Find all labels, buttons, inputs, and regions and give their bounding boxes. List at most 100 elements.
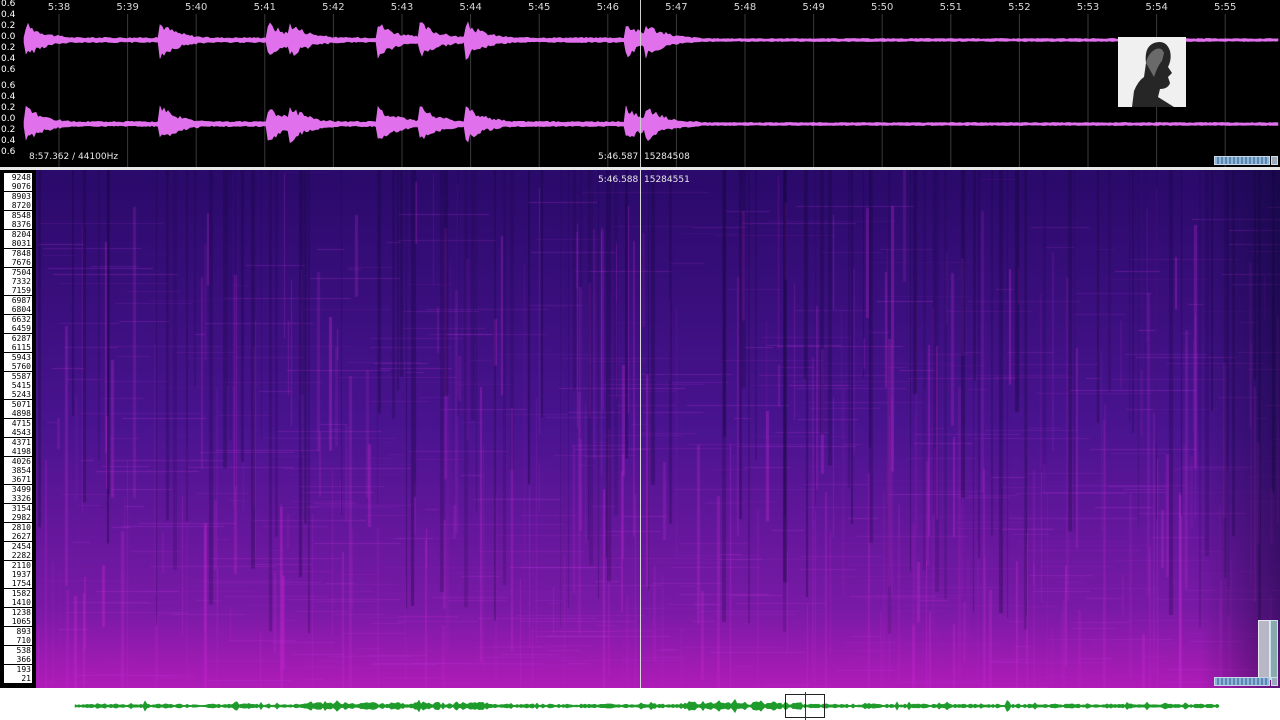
frequency-label: 538: [4, 645, 32, 655]
frequency-label: 21: [4, 674, 32, 683]
frequency-label: 7332: [4, 276, 32, 286]
spec-cursor-time-label: 5:46.588: [598, 175, 639, 185]
time-tick-label: 5:49: [802, 2, 825, 13]
amp-label-bottom: 0.4: [1, 92, 16, 102]
frequency-label: 2627: [4, 532, 32, 542]
frequency-label: 6987: [4, 295, 32, 305]
amp-label-top: 0.4: [1, 10, 16, 20]
left-channel-waveform: [23, 21, 1279, 60]
frequency-label: 1410: [4, 598, 32, 608]
frequency-label: 4026: [4, 456, 32, 466]
time-tick-label: 5:53: [1076, 2, 1100, 13]
time-tick-label: 5:55: [1213, 2, 1237, 13]
frequency-label: 2282: [4, 551, 32, 561]
amp-label-top: 0.2: [1, 43, 16, 53]
frequency-label: 8031: [4, 239, 32, 249]
frequency-label: 1754: [4, 579, 32, 589]
frequency-label: 3326: [4, 494, 32, 504]
frequency-label: 8204: [4, 229, 32, 239]
horizontal-zoom-thumb-bottom[interactable]: [1214, 677, 1270, 686]
amp-label-bottom: 0.6: [1, 81, 16, 91]
amp-label-top: 0.4: [1, 54, 16, 64]
time-tick-label: 5:51: [939, 2, 963, 13]
frequency-label: 3671: [4, 475, 32, 485]
album-art-image: [1118, 37, 1186, 107]
spectrogram-canvas: [36, 170, 1280, 688]
time-tick-label: 5:44: [459, 2, 482, 13]
time-tick-label: 5:43: [390, 2, 414, 13]
frequency-label: 8720: [4, 201, 32, 211]
frequency-label: 1582: [4, 588, 32, 598]
frequency-label: 6804: [4, 305, 32, 315]
frequency-label: 2982: [4, 513, 32, 523]
amp-label-bottom: 0.0: [1, 114, 16, 124]
horizontal-zoom-thumb-top[interactable]: [1214, 156, 1270, 165]
amp-label-top: 0.6: [1, 0, 16, 9]
frequency-label: 6115: [4, 343, 32, 353]
frequency-label: 6632: [4, 314, 32, 324]
frequency-label: 8376: [4, 220, 32, 230]
amp-label-bottom: 0.4: [1, 136, 16, 146]
frequency-label: 710: [4, 636, 32, 646]
time-tick-label: 5:50: [870, 2, 894, 13]
frequency-label: 3499: [4, 484, 32, 494]
frequency-label: 5943: [4, 352, 32, 362]
frequency-label: 5415: [4, 380, 32, 390]
frequency-label: 4898: [4, 409, 32, 419]
time-tick-label: 5:39: [116, 2, 139, 13]
right-channel-waveform: [23, 105, 1279, 143]
frequency-label: 3854: [4, 466, 32, 476]
frequency-label: 7676: [4, 258, 32, 268]
frequency-label: 4371: [4, 437, 32, 447]
frequency-label: 2110: [4, 560, 32, 570]
frequency-label: 9076: [4, 182, 32, 192]
frequency-label: 7504: [4, 267, 32, 277]
frequency-label: 1065: [4, 617, 32, 627]
frequency-label: 5587: [4, 371, 32, 381]
frequency-axis: 9248 9076 8903 8720 8548 8376 8204 8031 7848 7676…: [0, 170, 36, 688]
time-tick-label: 5:42: [322, 2, 345, 13]
overview-waveform-shape: [74, 698, 1220, 714]
overview-waveform-pane[interactable]: [0, 688, 1280, 720]
frequency-label: 1238: [4, 607, 32, 617]
frequency-label: 2454: [4, 541, 32, 551]
horizontal-zoom-cap-bottom[interactable]: [1271, 677, 1278, 686]
horizontal-zoom-cap-top[interactable]: [1271, 156, 1278, 165]
amp-label-bottom: 0.2: [1, 103, 16, 113]
frequency-label: 193: [4, 664, 32, 674]
time-tick-label: 5:47: [665, 2, 688, 13]
overview-waveform: [74, 698, 1220, 714]
playhead-cursor[interactable]: [640, 0, 641, 167]
frequency-label: 6287: [4, 333, 32, 343]
time-tick-label: 5:41: [253, 2, 277, 13]
time-tick-label: 5:38: [47, 2, 71, 13]
frequency-label: 8903: [4, 191, 32, 201]
time-tick-label: 5:48: [733, 2, 757, 13]
frequency-label: 3154: [4, 503, 32, 513]
time-tick-label: 5:54: [1145, 2, 1168, 13]
duration-samplerate-label: 8:57.362 / 44100Hz: [29, 152, 119, 162]
frequency-label: 8548: [4, 210, 32, 220]
time-tick-label: 5:45: [527, 2, 551, 13]
time-tick-label: 5:46: [596, 2, 620, 13]
vertical-zoom-slider[interactable]: [1258, 620, 1270, 680]
vertical-zoom-handle[interactable]: [1270, 620, 1278, 680]
amp-label-top: 0.0: [1, 32, 16, 42]
waveform-pane[interactable]: 0.6 0.4 0.2 0.0 0.2 0.4 0.6 0.6 0.4 0.2 0.0 0.2 0.4 0…: [0, 0, 1280, 167]
frequency-label: 366: [4, 655, 32, 665]
spectrogram-pane[interactable]: 9248 9076 8903 8720 8548 8376 8204 8031 7848 7676…: [0, 170, 1280, 688]
amp-label-top: 0.2: [1, 21, 16, 31]
amplitude-axis: 0.6 0.4 0.2 0.0 0.2 0.4 0.6 0.6 0.4 0.2 0.0 0.2 0.4 0…: [0, 0, 24, 167]
frequency-label: 4715: [4, 418, 32, 428]
spectrogram-cursor[interactable]: [640, 170, 641, 688]
frequency-label: 5071: [4, 399, 32, 409]
frequency-label: 1937: [4, 570, 32, 580]
cursor-sample-label: 15284508: [644, 152, 690, 162]
frequency-label: 5243: [4, 390, 32, 400]
frequency-label: 893: [4, 626, 32, 636]
overview-playhead: [805, 692, 806, 720]
spec-cursor-sample-label: 15284551: [644, 175, 690, 185]
time-tick-label: 5:40: [184, 2, 208, 13]
amp-label-bottom: 0.2: [1, 125, 16, 135]
frequency-label: 4543: [4, 428, 32, 438]
